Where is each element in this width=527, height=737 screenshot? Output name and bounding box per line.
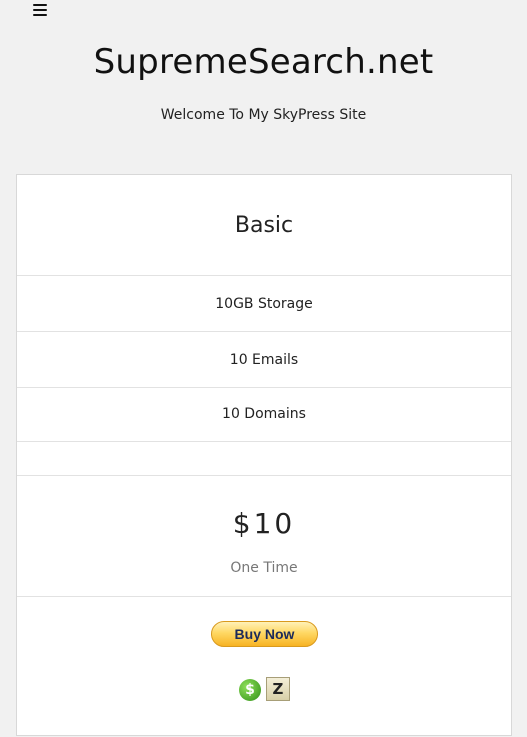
- site-title[interactable]: SupremeSearch.net: [0, 40, 527, 84]
- empty-feature-row: [17, 442, 511, 476]
- buy-now-button[interactable]: Buy Now: [211, 621, 318, 647]
- hamburger-menu-icon[interactable]: [33, 4, 47, 18]
- buy-area: Buy Now $ Z: [17, 597, 511, 737]
- price-term: One Time: [230, 560, 298, 576]
- payment-icons: $ Z: [239, 677, 299, 701]
- site-tagline: Welcome To My SkyPress Site: [160, 107, 367, 123]
- feature-emails: 10 Emails: [17, 332, 511, 388]
- z-letter-icon: Z: [266, 677, 290, 701]
- price-block: $10 One Time: [17, 476, 511, 597]
- dollar-coin-icon: $: [239, 679, 261, 701]
- pricing-card: Basic 10GB Storage 10 Emails 10 Domains …: [16, 174, 512, 736]
- feature-storage: 10GB Storage: [17, 276, 511, 332]
- price-value: $10: [232, 507, 296, 540]
- plan-name: Basic: [17, 175, 511, 276]
- feature-domains: 10 Domains: [17, 387, 511, 442]
